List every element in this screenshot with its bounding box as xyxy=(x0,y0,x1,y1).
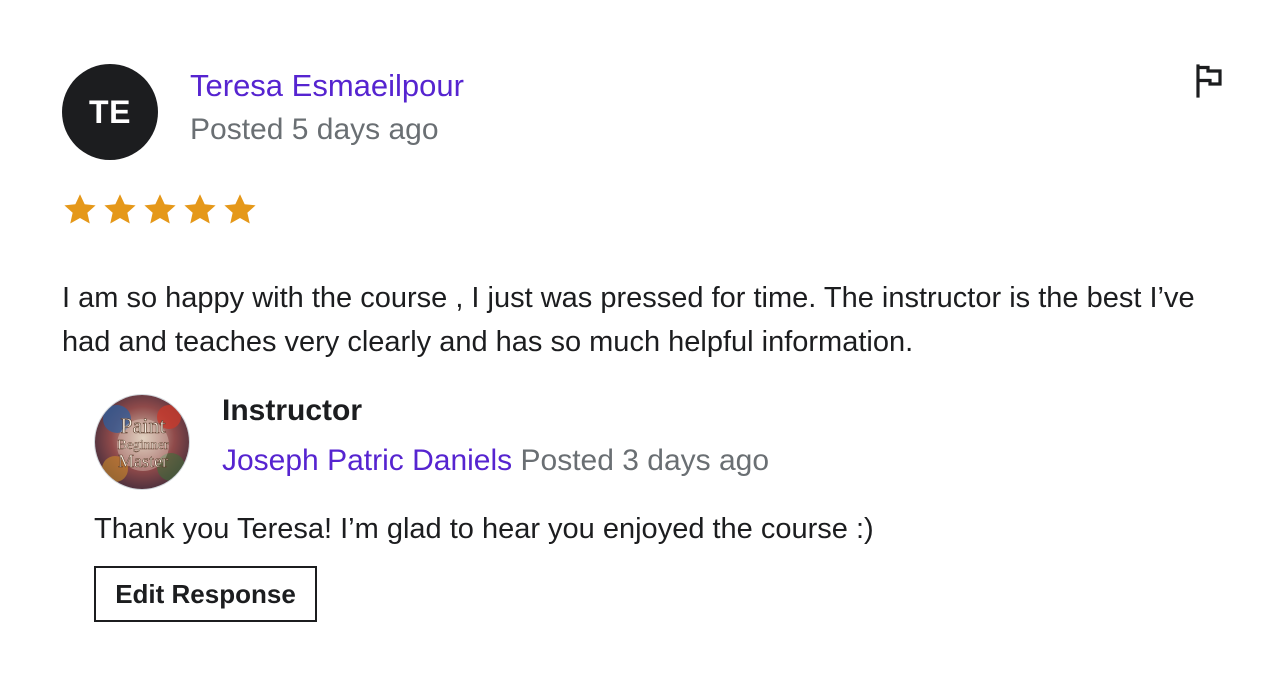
paint-beginner-master-logo: Paint Beginner Master xyxy=(95,395,189,489)
report-button[interactable] xyxy=(1192,64,1226,98)
reviewer-avatar: TE xyxy=(62,64,158,160)
response-text: Thank you Teresa! I’m glad to hear you e… xyxy=(94,513,874,545)
edit-response-button[interactable]: Edit Response xyxy=(94,566,317,622)
star-rating xyxy=(62,192,258,228)
svg-text:Paint: Paint xyxy=(120,413,165,438)
reviewer-initials: TE xyxy=(89,93,131,130)
svg-text:Master: Master xyxy=(118,451,168,471)
star-icon xyxy=(104,194,136,224)
instructor-avatar: Paint Beginner Master xyxy=(94,394,190,490)
response-posted-time: Posted 3 days ago xyxy=(520,444,770,477)
star-icon xyxy=(64,194,96,224)
instructor-name[interactable]: Joseph Patric Daniels xyxy=(222,444,512,477)
star-icon xyxy=(224,194,256,224)
instructor-role-label: Instructor xyxy=(222,394,363,427)
review-card: TE Teresa Esmaeilpour Posted 5 days ago … xyxy=(0,0,1288,686)
star-icon xyxy=(144,194,176,224)
review-text: I am so happy with the course , I just w… xyxy=(62,282,1195,358)
star-icon xyxy=(184,194,216,224)
reviewer-name[interactable]: Teresa Esmaeilpour xyxy=(190,68,464,104)
flag-icon xyxy=(1196,64,1222,98)
instructor-meta: Joseph Patric Daniels Posted 3 days ago xyxy=(222,444,769,478)
review-posted-time: Posted 5 days ago xyxy=(190,113,439,146)
